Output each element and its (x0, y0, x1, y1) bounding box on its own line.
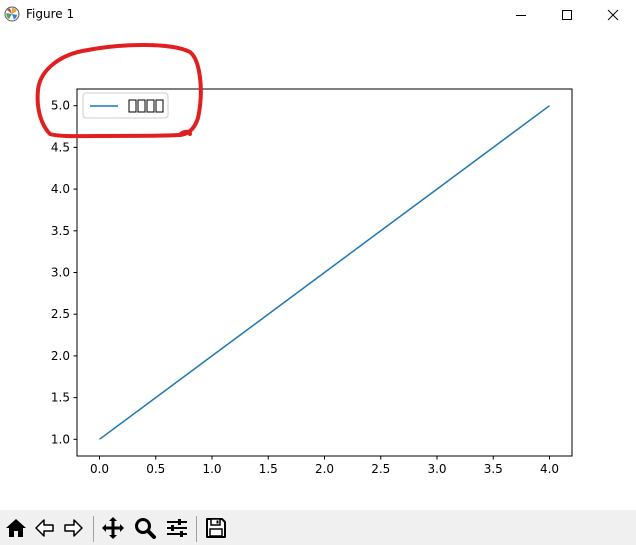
forward-icon (64, 519, 83, 537)
red-circle-annotation (35, 43, 203, 139)
x-axis-ticks: 0.0 0.5 1.0 1.5 2.0 2.5 3.0 3.5 4.0 (90, 456, 559, 476)
y-tick-label: 1.0 (51, 432, 70, 446)
x-tick-label: 1.0 (202, 462, 221, 476)
minimize-button[interactable] (498, 0, 544, 30)
configure-subplots-button[interactable] (163, 514, 191, 542)
toolbar-separator (93, 516, 94, 542)
legend (82, 92, 169, 119)
x-tick-label: 3.5 (484, 462, 503, 476)
window-title: Figure 1 (26, 7, 75, 21)
figure-canvas[interactable]: 0.0 0.5 1.0 1.5 2.0 2.5 3.0 3.5 4.0 1.0 1.5 2.0 2.5… (0, 30, 636, 510)
home-button[interactable] (2, 514, 30, 542)
pan-icon (102, 517, 124, 539)
home-icon (6, 519, 26, 537)
x-tick-label: 0.0 (90, 462, 109, 476)
x-tick-label: 2.5 (371, 462, 390, 476)
pan-button[interactable] (99, 514, 127, 542)
save-icon (206, 518, 226, 538)
maximize-icon (562, 10, 572, 20)
zoom-button[interactable] (131, 514, 159, 542)
x-tick-label: 4.0 (540, 462, 559, 476)
navigation-toolbar (0, 510, 636, 545)
back-icon (35, 519, 54, 537)
back-button[interactable] (30, 514, 58, 542)
forward-button[interactable] (60, 514, 88, 542)
y-tick-label: 2.5 (51, 307, 70, 321)
series-group (99, 105, 550, 440)
x-tick-label: 1.5 (259, 462, 278, 476)
matplotlib-logo-icon (4, 6, 20, 22)
toolbar-separator (196, 516, 197, 542)
y-tick-label: 4.0 (51, 182, 70, 196)
y-tick-label: 3.0 (51, 266, 70, 280)
x-tick-label: 0.5 (146, 462, 165, 476)
y-tick-label: 3.5 (51, 224, 70, 238)
y-tick-label: 5.0 (51, 99, 70, 113)
y-tick-label: 1.5 (51, 391, 70, 405)
minimize-icon (516, 15, 526, 16)
window-titlebar: Figure 1 (0, 0, 636, 30)
x-tick-label: 3.0 (427, 462, 446, 476)
save-button[interactable] (202, 514, 230, 542)
maximize-button[interactable] (544, 0, 590, 30)
y-tick-label: 2.0 (51, 349, 70, 363)
x-tick-label: 2.0 (315, 462, 334, 476)
close-icon (607, 9, 619, 21)
y-axis-ticks: 1.0 1.5 2.0 2.5 3.0 3.5 4.0 4.5 5.0 (51, 99, 77, 446)
y-tick-label: 4.5 (51, 140, 70, 154)
configure-subplots-icon (167, 519, 187, 537)
close-button[interactable] (590, 0, 636, 30)
zoom-icon (135, 518, 156, 539)
